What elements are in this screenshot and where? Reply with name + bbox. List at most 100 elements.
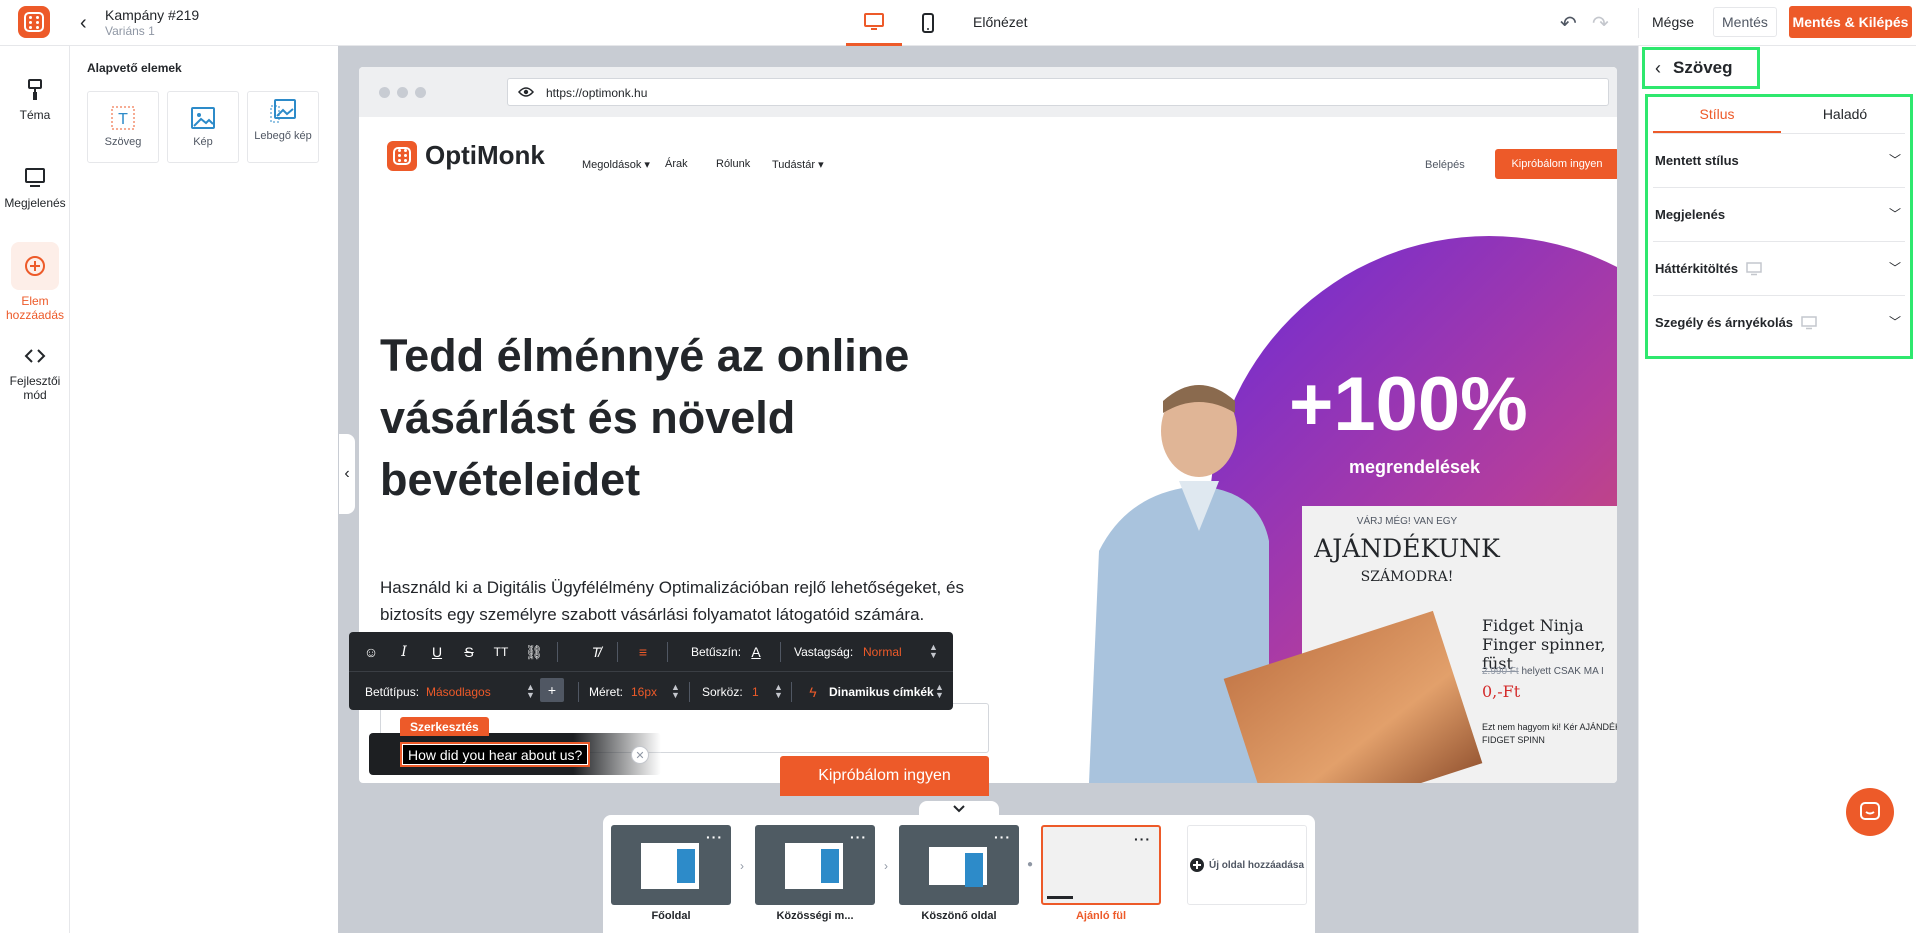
more-icon[interactable]: ··· (706, 829, 723, 845)
toolbar-separator (557, 642, 558, 662)
size-select[interactable]: 16px (631, 685, 657, 699)
clear-format-icon[interactable]: T̸ (585, 642, 607, 662)
toolbar-row-2: Betűtípus: Másodlagos ▲ ▼ Méret: 16px ▲ ▼ … (349, 671, 953, 710)
cancel-button[interactable]: Mégse (1644, 7, 1703, 37)
image-icon (191, 107, 215, 129)
rail-item-theme[interactable]: Téma (0, 78, 70, 122)
hero-description[interactable]: Használd ki a Digitális Ügyfélélmény Opt… (380, 574, 1000, 628)
line-height-select[interactable]: 1 (752, 685, 759, 699)
arrow-right-icon: › (884, 859, 888, 873)
site-nav-about[interactable]: Rólunk (716, 158, 750, 170)
site-nav-prices[interactable]: Árak (665, 158, 688, 170)
page-thumb-teaser[interactable]: ··· (1041, 825, 1161, 905)
more-icon[interactable]: ··· (850, 829, 867, 845)
site-cta-button[interactable]: Kipróbálom ingyen (1495, 149, 1617, 179)
close-icon[interactable]: ✕ (631, 746, 649, 764)
selected-text-element[interactable]: How did you hear about us? (400, 742, 591, 767)
toolbar-row-1: ☺ I U S TT ⛓ T̸ ≡ Betűszín: A Vastagság:… (349, 632, 953, 671)
dynamic-tags-select[interactable]: Dinamikus címkék (829, 685, 934, 699)
weight-select[interactable]: Normal (863, 645, 902, 659)
elements-panel: Alapvető elemek T Szöveg Kép Lebegő kép (70, 46, 338, 933)
redo-icon[interactable]: ↷ (1592, 11, 1609, 36)
align-icon[interactable]: ≡ (632, 642, 654, 662)
window-dot (379, 87, 390, 98)
mobile-icon (922, 13, 934, 33)
tab-style[interactable]: Stílus (1653, 97, 1781, 133)
page-thumb-main[interactable]: ··· (611, 825, 731, 905)
text-transform-icon[interactable]: TT (490, 642, 512, 662)
page-thumb-social[interactable]: ··· (755, 825, 875, 905)
desktop-view-button[interactable] (846, 0, 902, 46)
top-bar: ‹ Kampány #219 Variáns 1 Előnézet ↶ ↷ Mé… (0, 0, 1916, 46)
arrow-right-icon: › (740, 859, 744, 873)
collapse-panel-handle[interactable]: ‹ (339, 434, 355, 514)
elements-panel-title: Alapvető elemek (87, 61, 182, 75)
link-icon[interactable]: ⛓ (523, 642, 545, 662)
browser-bar: https://optimonk.hu (359, 67, 1617, 117)
tab-advanced[interactable]: Haladó (1781, 97, 1909, 133)
site-login-link[interactable]: Belépés (1425, 159, 1465, 171)
page-label: Főoldal (651, 910, 691, 922)
card-note: Ezt nem hagyom ki! Kér AJÁNDÉK FIDGET SP… (1482, 722, 1617, 745)
toolbar-separator (667, 642, 668, 662)
underline-icon[interactable]: U (426, 642, 448, 662)
accordion-appearance[interactable]: Megjelenés ﹀ (1653, 188, 1905, 242)
accordion-saved-style[interactable]: Mentett stílus ﹀ (1653, 134, 1905, 188)
font-color-label: Betűszín: (691, 645, 742, 659)
logo-mark-icon (24, 12, 44, 32)
font-family-select[interactable]: Másodlagos (426, 685, 491, 699)
save-button[interactable]: Mentés (1713, 7, 1777, 37)
rail-item-add-element[interactable]: Elem hozzáadás (0, 242, 70, 322)
text-icon: T (111, 106, 135, 130)
select-caret-icon: ▲ ▼ (671, 682, 680, 700)
undo-icon[interactable]: ↶ (1560, 11, 1577, 36)
back-chevron-icon[interactable]: ‹ (1655, 58, 1661, 79)
chevron-down-icon: ﹀ (1888, 153, 1901, 167)
hero-cta-button[interactable]: Kipróbálom ingyen (780, 756, 989, 796)
strikethrough-icon[interactable]: S (458, 642, 480, 662)
site-logo-icon (387, 140, 417, 171)
line-height-label: Sorköz: (702, 685, 743, 699)
add-font-button[interactable]: + (540, 678, 564, 702)
rail-item-developer-mode[interactable]: Fejlesztői mód (0, 344, 70, 402)
accordion-background[interactable]: Háttérkitöltés ﹀ (1653, 242, 1905, 296)
site-nav-solutions[interactable]: Megoldások ▾ (582, 158, 650, 171)
card-mid: SZÁMODRA! (1360, 569, 1454, 585)
accordion-border-shadow[interactable]: Szegély és árnyékolás ﹀ (1653, 296, 1905, 350)
save-exit-button[interactable]: Mentés & Kilépés (1789, 6, 1912, 38)
variant-label: Variáns 1 (105, 24, 155, 38)
chat-icon (1860, 802, 1880, 820)
accordion-label: Megjelenés (1655, 207, 1726, 222)
url-bar[interactable]: https://optimonk.hu (507, 78, 1609, 106)
more-icon[interactable]: ··· (1134, 831, 1151, 847)
emoji-icon[interactable]: ☺ (360, 642, 382, 662)
font-color-icon[interactable]: A (745, 642, 767, 662)
window-dot (415, 87, 426, 98)
element-tile-floating-image[interactable]: Lebegő kép (247, 91, 319, 163)
desktop-icon (1746, 261, 1762, 275)
page-label: Közösségi m... (776, 910, 854, 922)
site-nav-knowledge[interactable]: Tudástár ▾ (772, 158, 824, 171)
eye-icon (518, 87, 534, 97)
app-logo[interactable] (18, 6, 50, 38)
accordion-label: Szegély és árnyékolás (1655, 315, 1794, 330)
italic-icon[interactable]: I (393, 642, 415, 662)
size-label: Méret: (589, 685, 624, 699)
more-icon[interactable]: ··· (994, 829, 1011, 845)
card-small: VÁRJ MÉG! VAN EGY (1356, 516, 1458, 527)
hero-title[interactable]: Tedd élménnyé az online vásárlást és növ… (380, 325, 980, 511)
edit-tag[interactable]: Szerkesztés (400, 717, 489, 736)
site-logo[interactable]: OptiMonk (387, 140, 545, 171)
element-tile-image[interactable]: Kép (167, 91, 239, 163)
preview-link[interactable]: Előnézet (973, 14, 1027, 30)
add-page-button[interactable]: Új oldal hozzáadása (1187, 825, 1307, 905)
element-tile-text[interactable]: T Szöveg (87, 91, 159, 163)
card-price: 0,-Ft (1482, 682, 1521, 701)
plus-circle-icon (25, 256, 45, 276)
page-thumb-thanks[interactable]: ··· (899, 825, 1019, 905)
rail-item-appearance[interactable]: Megjelenés (0, 166, 70, 210)
mobile-view-button[interactable] (900, 0, 956, 46)
panel-title: Szöveg (1673, 58, 1733, 77)
chat-button[interactable] (1846, 788, 1894, 836)
back-chevron-icon[interactable]: ‹ (80, 12, 87, 35)
